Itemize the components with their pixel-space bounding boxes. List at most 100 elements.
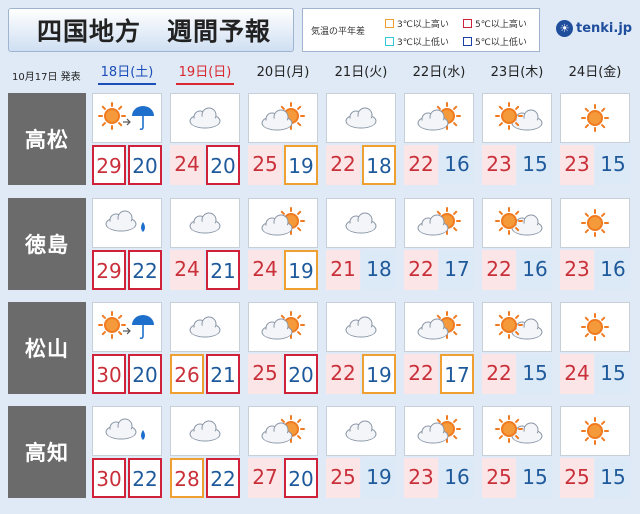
cloud-icon	[326, 198, 396, 248]
legend-text: 5℃以上高い	[475, 20, 527, 30]
day-header: 23日(木)	[490, 65, 544, 80]
high-temp: 22	[482, 250, 516, 290]
sun-icon	[560, 93, 630, 143]
low-temp: 20	[128, 145, 162, 185]
high-temp: 23	[482, 145, 516, 185]
low-temp: 19	[284, 250, 318, 290]
high-temp: 27	[248, 458, 282, 498]
sun-then-rain-icon	[92, 93, 162, 143]
forecast-cell: 26 21	[170, 302, 240, 394]
low-temp: 20	[128, 354, 162, 394]
low-temp: 15	[596, 354, 630, 394]
sun-cloud-icon	[482, 302, 552, 352]
low-temp: 17	[440, 250, 474, 290]
forecast-cell: 23 16	[404, 406, 474, 498]
cloud-rain-icon	[92, 198, 162, 248]
legend-text: 3℃以上低い	[397, 38, 449, 48]
city-label: 高松	[8, 93, 86, 185]
cloud-sun-icon	[248, 198, 318, 248]
low-temp: 18	[362, 145, 396, 185]
low-temp: 15	[518, 145, 552, 185]
day-header: 21日(火)	[334, 65, 388, 80]
low-temp: 20	[284, 354, 318, 394]
legend-item: 3℃以上低い	[385, 35, 449, 48]
city-label: 松山	[8, 302, 86, 394]
cloud-sun-icon	[248, 93, 318, 143]
high-temp: 22	[326, 145, 360, 185]
high-temp: 25	[482, 458, 516, 498]
high-temp: 23	[404, 458, 438, 498]
day-header: 24日(金)	[568, 65, 622, 80]
low-temp: 16	[596, 250, 630, 290]
low-temp: 19	[284, 145, 318, 185]
high-temp: 24	[170, 250, 204, 290]
forecast-cell: 23 15	[482, 93, 552, 185]
forecast-cell: 25 15	[560, 406, 630, 498]
day-header: 20日(月)	[256, 65, 310, 80]
forecast-cell: 22 18	[326, 93, 396, 185]
low-temp: 15	[596, 458, 630, 498]
low-temp: 21	[206, 354, 240, 394]
low-temp: 18	[362, 250, 396, 290]
legend-label: 気温の平年差	[311, 27, 366, 37]
forecast-cell: 27 20	[248, 406, 318, 498]
cloud-icon	[326, 302, 396, 352]
legend-cyan-square	[385, 37, 394, 46]
cloud-sun-icon	[404, 302, 474, 352]
forecast-cell: 23 15	[560, 93, 630, 185]
forecast-cell: 25 19	[326, 406, 396, 498]
forecast-cell: 25 15	[482, 406, 552, 498]
sun-cloud-icon	[482, 93, 552, 143]
low-temp: 16	[518, 250, 552, 290]
high-temp: 29	[92, 145, 126, 185]
high-temp: 29	[92, 250, 126, 290]
cloud-icon	[170, 198, 240, 248]
cloud-icon	[326, 406, 396, 456]
legend-red-square	[463, 19, 472, 28]
cloud-icon	[170, 93, 240, 143]
low-temp: 16	[440, 145, 474, 185]
low-temp: 16	[440, 458, 474, 498]
forecast-cell: 29 20	[92, 93, 162, 185]
sun-icon	[560, 406, 630, 456]
tenki-logo-text: tenki.jp	[576, 20, 633, 36]
high-temp: 22	[404, 354, 438, 394]
high-temp: 23	[560, 145, 594, 185]
high-temp: 25	[248, 145, 282, 185]
forecast-cell: 25 20	[248, 302, 318, 394]
legend-item: 5℃以上低い	[463, 35, 527, 48]
city-label: 高知	[8, 406, 86, 498]
low-temp: 20	[284, 458, 318, 498]
legend-orange-square	[385, 19, 394, 28]
forecast-cell: 25 19	[248, 93, 318, 185]
cloud-rain-icon	[92, 406, 162, 456]
legend-item: 5℃以上高い	[463, 17, 527, 30]
temperature-legend: 気温の平年差 3℃以上高い 5℃以上高い 3℃以上低い 5℃以上低い	[302, 8, 540, 52]
sun-icon	[560, 198, 630, 248]
cloud-sun-icon	[404, 198, 474, 248]
legend-item: 3℃以上高い	[385, 17, 449, 30]
forecast-cell: 30 20	[92, 302, 162, 394]
high-temp: 24	[560, 354, 594, 394]
high-temp: 30	[92, 458, 126, 498]
low-temp: 15	[518, 458, 552, 498]
cloud-icon	[326, 93, 396, 143]
high-temp: 30	[92, 354, 126, 394]
tenki-logo-icon: ☀	[556, 19, 573, 37]
day-header: 22日(水)	[412, 65, 466, 80]
day-header: 18日(土)	[92, 63, 162, 85]
high-temp: 28	[170, 458, 204, 498]
forecast-cell: 30 22	[92, 406, 162, 498]
legend-text: 3℃以上高い	[397, 20, 449, 30]
forecast-cell: 22 15	[482, 302, 552, 394]
tenki-logo[interactable]: ☀ tenki.jp	[556, 14, 636, 42]
low-temp: 20	[206, 145, 240, 185]
cloud-sun-icon	[404, 406, 474, 456]
forecast-cell: 21 18	[326, 198, 396, 290]
high-temp: 22	[404, 145, 438, 185]
page-title: 四国地方 週間予報	[8, 8, 294, 52]
sun-cloud-icon	[482, 198, 552, 248]
forecast-cell: 22 17	[404, 302, 474, 394]
high-temp: 21	[326, 250, 360, 290]
forecast-cell: 29 22	[92, 198, 162, 290]
